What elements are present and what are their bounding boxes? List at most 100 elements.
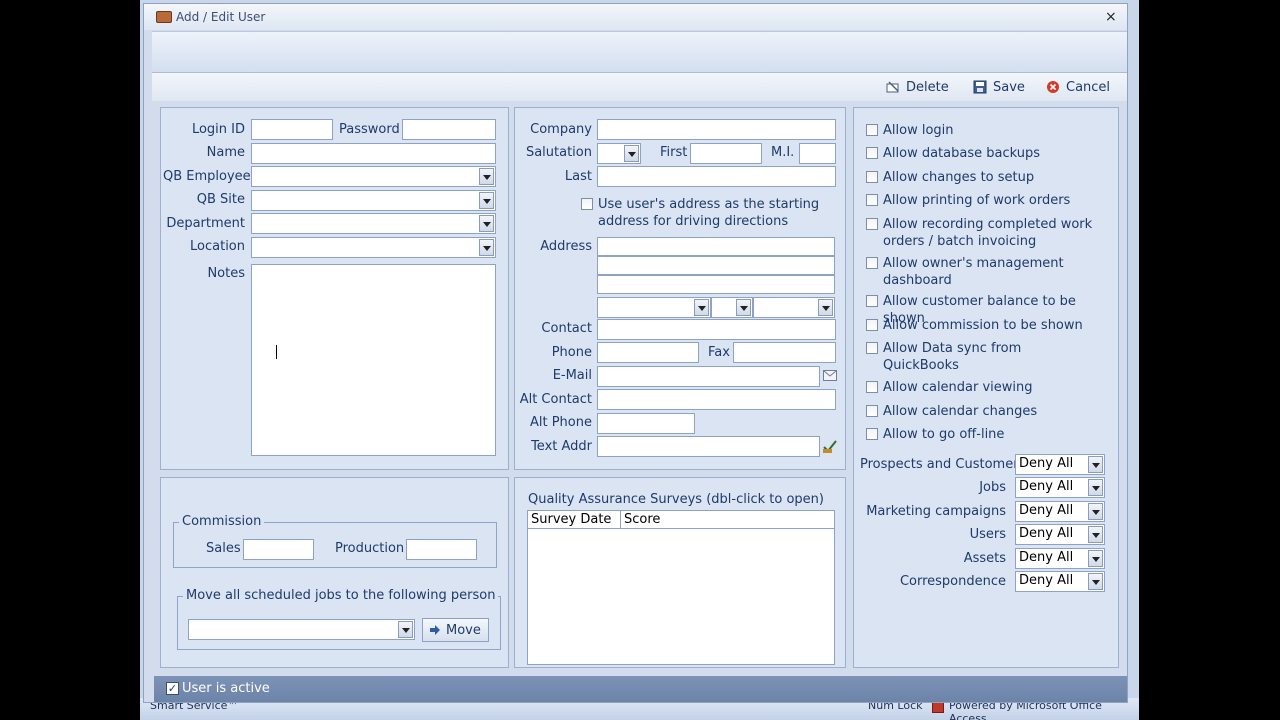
permission-checkbox[interactable] bbox=[866, 257, 878, 269]
permission-checkbox[interactable] bbox=[866, 124, 878, 136]
permission-checkbox[interactable] bbox=[866, 381, 878, 393]
qa-surveys-list[interactable]: Survey Date Score bbox=[527, 510, 835, 665]
permission-row[interactable]: Allow changes to setup bbox=[866, 169, 1101, 186]
column-header-survey-date[interactable]: Survey Date bbox=[531, 512, 611, 527]
permission-row[interactable]: Allow commission to be shown bbox=[866, 317, 1101, 334]
permission-label: Allow recording completed work orders / … bbox=[883, 217, 1093, 249]
email-icon[interactable] bbox=[823, 370, 837, 381]
address-line-1[interactable] bbox=[597, 237, 835, 256]
permission-row[interactable]: Allow calendar changes bbox=[866, 403, 1101, 420]
permission-label: Allow Data sync from QuickBooks bbox=[883, 341, 1022, 373]
ribbon-area bbox=[152, 31, 1127, 73]
use-address-checkbox[interactable] bbox=[581, 198, 593, 210]
access-label: Prospects and Customers bbox=[860, 457, 1026, 472]
permission-checkbox[interactable] bbox=[866, 147, 878, 159]
qa-surveys-header: Survey Date Score bbox=[528, 511, 834, 529]
close-button[interactable]: × bbox=[1105, 9, 1117, 25]
alt-phone-label: Alt Phone bbox=[529, 415, 592, 430]
access-select[interactable]: Deny All bbox=[1015, 477, 1105, 499]
alt-phone-input[interactable] bbox=[597, 413, 695, 434]
permission-checkbox[interactable] bbox=[866, 428, 878, 440]
sales-input[interactable] bbox=[243, 539, 314, 560]
phone-input[interactable] bbox=[597, 342, 699, 363]
chevron-down-icon[interactable] bbox=[694, 299, 709, 316]
access-value: Deny All bbox=[1019, 479, 1074, 495]
column-header-score[interactable]: Score bbox=[624, 512, 660, 527]
move-button[interactable]: Move bbox=[422, 618, 489, 642]
qb-site-select[interactable] bbox=[251, 190, 496, 211]
production-input[interactable] bbox=[406, 539, 477, 560]
zip-select[interactable] bbox=[753, 297, 835, 318]
location-select[interactable] bbox=[251, 237, 496, 258]
chevron-down-icon[interactable] bbox=[624, 145, 639, 162]
chevron-down-icon[interactable] bbox=[398, 621, 413, 638]
text-message-icon[interactable] bbox=[822, 438, 838, 454]
arrow-right-icon bbox=[430, 625, 440, 635]
password-input[interactable] bbox=[402, 119, 496, 140]
user-active-checkbox[interactable]: ✓ bbox=[166, 682, 179, 695]
chevron-down-icon[interactable] bbox=[479, 192, 494, 209]
permission-row[interactable]: Allow printing of work orders bbox=[866, 192, 1101, 209]
chevron-down-icon[interactable] bbox=[1088, 456, 1103, 473]
name-input[interactable] bbox=[251, 143, 496, 164]
login-id-input[interactable] bbox=[251, 119, 333, 140]
permission-row[interactable]: Allow database backups bbox=[866, 145, 1101, 162]
chevron-down-icon[interactable] bbox=[479, 239, 494, 256]
save-icon bbox=[973, 80, 987, 94]
address-line-3[interactable] bbox=[597, 275, 835, 294]
save-button[interactable]: Save bbox=[973, 78, 1025, 96]
alt-contact-input[interactable] bbox=[597, 389, 836, 410]
title-bar: Add / Edit User × bbox=[144, 4, 1127, 30]
notes-textarea[interactable] bbox=[251, 264, 496, 456]
address-line-2[interactable] bbox=[597, 256, 835, 275]
city-select[interactable] bbox=[597, 297, 711, 318]
state-select[interactable] bbox=[711, 297, 753, 318]
move-jobs-title: Move all scheduled jobs to the following… bbox=[183, 588, 499, 603]
use-address-checkbox-row[interactable]: Use user's address as the starting addre… bbox=[581, 196, 831, 230]
chevron-down-icon[interactable] bbox=[1088, 573, 1103, 590]
text-addr-input[interactable] bbox=[597, 436, 820, 457]
chevron-down-icon[interactable] bbox=[736, 299, 751, 316]
permission-row[interactable]: Allow to go off-line bbox=[866, 426, 1101, 443]
chevron-down-icon[interactable] bbox=[818, 299, 833, 316]
qa-surveys-title: Quality Assurance Surveys (dbl-click to … bbox=[528, 492, 824, 507]
chevron-down-icon[interactable] bbox=[1088, 549, 1103, 567]
delete-button[interactable]: Delete bbox=[886, 78, 949, 96]
permission-row[interactable]: Allow recording completed work orders / … bbox=[866, 216, 1101, 250]
cancel-button[interactable]: Cancel bbox=[1046, 78, 1110, 96]
contact-input[interactable] bbox=[597, 319, 836, 340]
chevron-down-icon[interactable] bbox=[1088, 526, 1103, 544]
company-input[interactable] bbox=[597, 119, 836, 140]
access-select[interactable]: Deny All bbox=[1015, 547, 1105, 569]
chevron-down-icon[interactable] bbox=[479, 168, 494, 185]
access-select[interactable]: Deny All bbox=[1015, 571, 1105, 592]
permission-row[interactable]: Allow login bbox=[866, 122, 1101, 139]
access-select[interactable]: Deny All bbox=[1015, 454, 1105, 475]
move-person-select[interactable] bbox=[188, 619, 415, 640]
chevron-down-icon[interactable] bbox=[479, 215, 494, 232]
salutation-select[interactable] bbox=[597, 143, 641, 164]
permission-row[interactable]: Allow calendar viewing bbox=[866, 379, 1101, 396]
last-input[interactable] bbox=[597, 166, 836, 187]
permission-checkbox[interactable] bbox=[866, 218, 878, 230]
permission-checkbox[interactable] bbox=[866, 171, 878, 183]
access-select[interactable]: Deny All bbox=[1015, 524, 1105, 546]
mi-input[interactable] bbox=[799, 143, 836, 164]
permission-checkbox[interactable] bbox=[866, 319, 878, 331]
fax-input[interactable] bbox=[733, 342, 836, 363]
permission-label: Allow owner's management dashboard bbox=[883, 256, 1064, 288]
chevron-down-icon[interactable] bbox=[1088, 502, 1103, 520]
permission-checkbox[interactable] bbox=[866, 194, 878, 206]
permission-checkbox[interactable] bbox=[866, 342, 878, 354]
permission-row[interactable]: Allow owner's management dashboard bbox=[866, 255, 1101, 289]
department-select[interactable] bbox=[251, 213, 496, 234]
first-input[interactable] bbox=[690, 143, 762, 164]
permission-row[interactable]: Allow Data sync from QuickBooks bbox=[866, 340, 1101, 374]
email-input[interactable] bbox=[597, 366, 820, 387]
permission-label: Allow database backups bbox=[883, 146, 1040, 161]
chevron-down-icon[interactable] bbox=[1088, 479, 1103, 497]
qb-employee-select[interactable] bbox=[251, 166, 496, 187]
access-select[interactable]: Deny All bbox=[1015, 500, 1105, 522]
permission-checkbox[interactable] bbox=[866, 295, 878, 307]
permission-checkbox[interactable] bbox=[866, 405, 878, 417]
